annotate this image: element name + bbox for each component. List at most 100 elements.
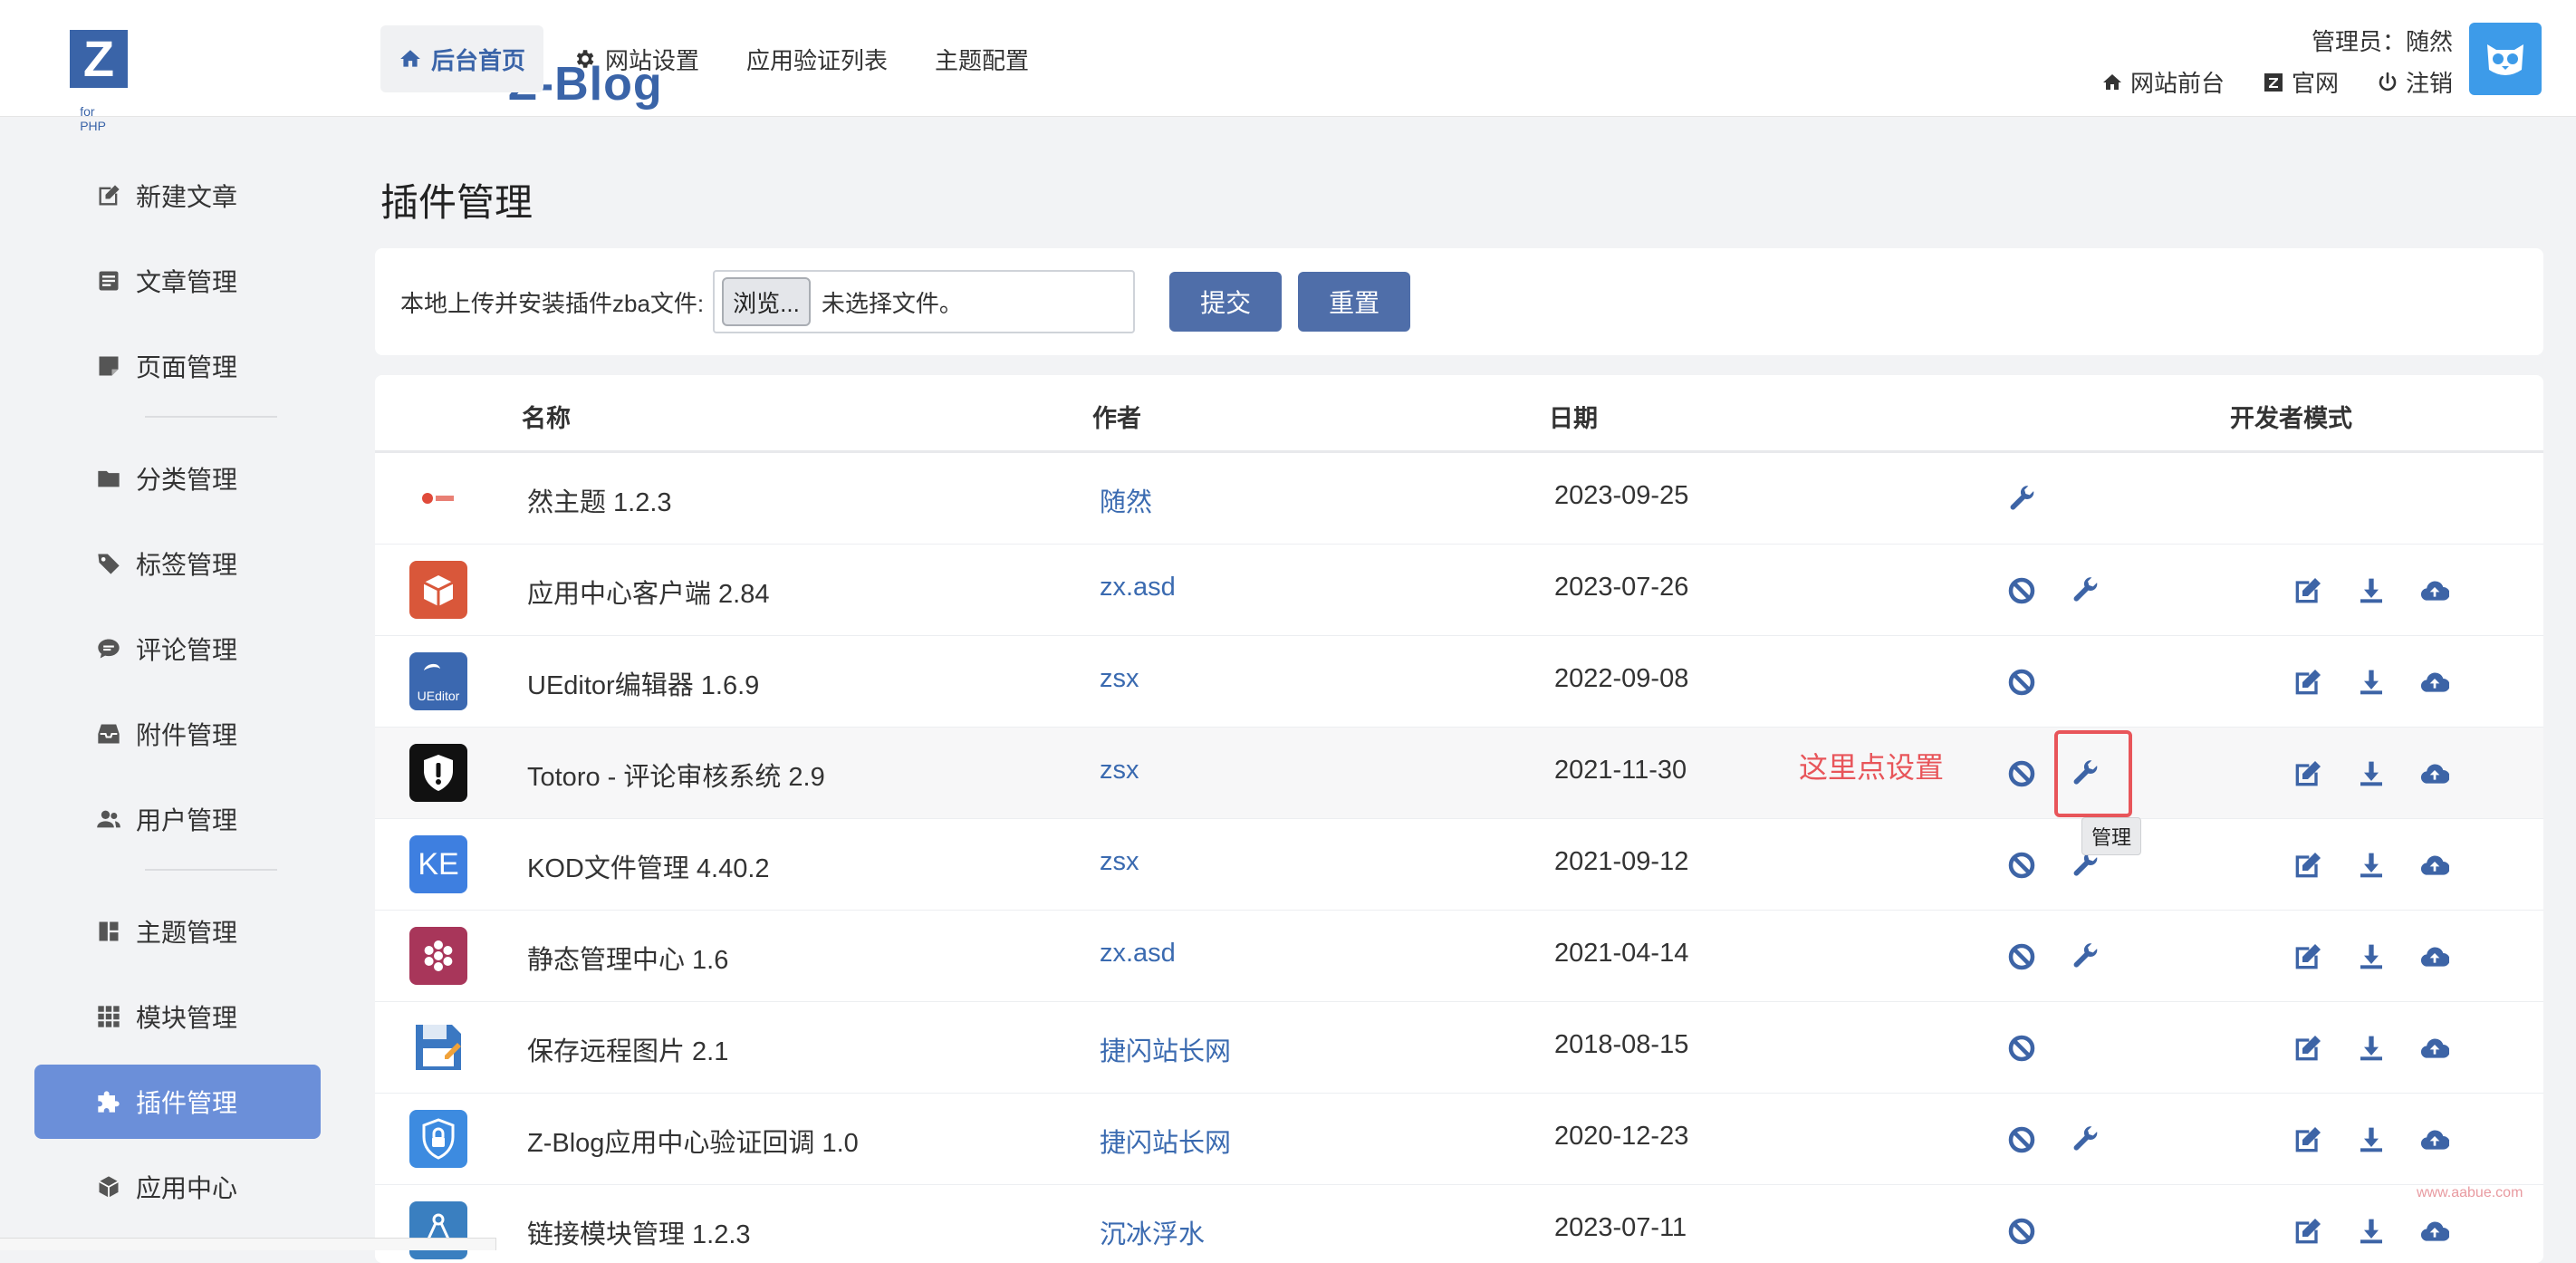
- download-icon[interactable]: [2357, 1217, 2386, 1246]
- sidebar-item-label: 用户管理: [136, 806, 238, 834]
- download-icon[interactable]: [2357, 668, 2386, 697]
- home-icon: [399, 47, 422, 71]
- plugin-author-link[interactable]: 沉冰浮水: [1100, 1213, 1205, 1251]
- disable-icon[interactable]: [2007, 759, 2036, 788]
- browser-status-bar: [0, 1238, 496, 1250]
- download-icon[interactable]: [2357, 851, 2386, 880]
- wrench-icon[interactable]: [2071, 1125, 2100, 1154]
- plugin-date: 2023-07-11: [1554, 1213, 1687, 1242]
- edit-icon[interactable]: [2293, 942, 2322, 971]
- plugin-name: 应用中心客户端 2.84: [527, 580, 770, 609]
- cloud-upload-icon[interactable]: [2420, 851, 2449, 880]
- table-row: 保存远程图片 2.1 捷闪站长网 2018-08-15: [375, 1002, 2543, 1094]
- sidebar-item-label: 附件管理: [136, 721, 238, 749]
- plugin-author-link[interactable]: 捷闪站长网: [1100, 1030, 1231, 1068]
- admin-info: 管理员：随然 网站前台 官网 注销: [2063, 25, 2453, 99]
- annotation-highlight-box: [2054, 730, 2132, 817]
- disable-icon[interactable]: [2007, 576, 2036, 605]
- browse-button[interactable]: 浏览...: [722, 277, 811, 326]
- nav-label: 应用验证列表: [746, 46, 889, 74]
- wrench-icon[interactable]: [2071, 576, 2100, 605]
- sidebar-item-attachment-manage[interactable]: 附件管理: [34, 697, 321, 771]
- file-input[interactable]: 浏览... 未选择文件。: [713, 270, 1136, 333]
- nav-label: 主题配置: [935, 46, 1030, 74]
- nav-site-settings[interactable]: 网站设置: [554, 25, 717, 92]
- sidebar-item-new-article[interactable]: 新建文章: [34, 159, 321, 233]
- download-icon[interactable]: [2357, 1034, 2386, 1063]
- download-icon[interactable]: [2357, 759, 2386, 788]
- sidebar-item-label: 插件管理: [136, 1089, 238, 1117]
- disable-icon[interactable]: [2007, 1217, 2036, 1246]
- sidebar-item-comment-manage[interactable]: 评论管理: [34, 612, 321, 686]
- plugin-author-link[interactable]: zsx: [1100, 847, 1139, 877]
- download-icon[interactable]: [2357, 576, 2386, 605]
- cloud-upload-icon[interactable]: [2420, 668, 2449, 697]
- plugin-author-link[interactable]: 随然: [1100, 481, 1152, 519]
- cloud-upload-icon[interactable]: [2420, 576, 2449, 605]
- edit-icon[interactable]: [2293, 668, 2322, 697]
- sidebar-divider: [145, 869, 277, 871]
- edit-icon[interactable]: [2293, 851, 2322, 880]
- wrench-icon[interactable]: [2071, 942, 2100, 971]
- floppy-icon: [409, 1018, 467, 1076]
- disable-icon[interactable]: [2007, 1034, 2036, 1063]
- edit-icon[interactable]: [2293, 1125, 2322, 1154]
- wrench-icon[interactable]: [2007, 485, 2036, 514]
- zblog-logo[interactable]: Z Z-Blog for PHP: [70, 27, 662, 133]
- plugin-table: 名称 作者 日期 开发者模式 然主题 1.2.3 随然 2023-09-25 应…: [375, 375, 2543, 1263]
- avatar[interactable]: [2469, 23, 2542, 95]
- download-icon[interactable]: [2357, 942, 2386, 971]
- folder-icon: [98, 470, 120, 487]
- plugin-author-link[interactable]: zx.asd: [1100, 573, 1176, 603]
- reset-button[interactable]: 重置: [1298, 272, 1411, 332]
- file-status: 未选择文件。: [821, 289, 963, 317]
- nav-dashboard[interactable]: 后台首页: [380, 25, 544, 92]
- upload-panel: 本地上传并安装插件zba文件: 浏览... 未选择文件。 提交 重置: [375, 248, 2543, 355]
- cloud-upload-icon[interactable]: [2420, 1125, 2449, 1154]
- top-nav: 后台首页 网站设置 应用验证列表 主题配置: [380, 25, 1058, 92]
- plugin-author-link[interactable]: zx.asd: [1100, 939, 1176, 969]
- plugin-author-link[interactable]: zsx: [1100, 664, 1139, 694]
- sidebar-item-label: 文章管理: [136, 268, 238, 296]
- sidebar-item-module-manage[interactable]: 模块管理: [34, 979, 321, 1054]
- disable-icon[interactable]: [2007, 668, 2036, 697]
- cloud-upload-icon[interactable]: [2420, 1217, 2449, 1246]
- sidebar-item-article-manage[interactable]: 文章管理: [34, 244, 321, 318]
- edit-icon[interactable]: [2293, 1217, 2322, 1246]
- edit-icon[interactable]: [2293, 576, 2322, 605]
- disable-icon[interactable]: [2007, 1125, 2036, 1154]
- sidebar-item-page-manage[interactable]: 页面管理: [34, 329, 321, 403]
- table-row: 静态管理中心 1.6 zx.asd 2021-04-14: [375, 911, 2543, 1002]
- cloud-upload-icon[interactable]: [2420, 759, 2449, 788]
- sidebar-item-tag-manage[interactable]: 标签管理: [34, 526, 321, 601]
- sidebar-item-user-manage[interactable]: 用户管理: [34, 782, 321, 856]
- page-title: 插件管理: [380, 181, 533, 224]
- disable-icon[interactable]: [2007, 942, 2036, 971]
- sidebar-item-plugin-manage[interactable]: 插件管理: [34, 1065, 321, 1139]
- plugin-author-link[interactable]: 捷闪站长网: [1100, 1122, 1231, 1160]
- table-row: Totoro - 评论审核系统 2.9 zsx 2021-11-30: [375, 728, 2543, 819]
- admin-name: 管理员：随然: [2311, 28, 2453, 55]
- plugin-date: 2018-08-15: [1554, 1030, 1689, 1059]
- page-icon: [99, 356, 119, 376]
- disable-icon[interactable]: [2007, 851, 2036, 880]
- cloud-upload-icon[interactable]: [2420, 942, 2449, 971]
- link-official-site[interactable]: 官网: [2263, 65, 2339, 99]
- sidebar-item-theme-manage[interactable]: 主题管理: [34, 894, 321, 969]
- plugin-author-link[interactable]: zsx: [1100, 756, 1139, 786]
- nav-theme-config[interactable]: 主题配置: [917, 25, 1047, 92]
- sidebar-item-label: 应用中心: [136, 1174, 238, 1202]
- cloud-upload-icon[interactable]: [2420, 1034, 2449, 1063]
- nav-app-verify-list[interactable]: 应用验证列表: [728, 25, 906, 92]
- edit-icon[interactable]: [2293, 759, 2322, 788]
- upload-label: 本地上传并安装插件zba文件:: [400, 289, 705, 317]
- link-site-front[interactable]: 网站前台: [2101, 65, 2225, 99]
- edit-icon[interactable]: [2293, 1034, 2322, 1063]
- submit-button[interactable]: 提交: [1169, 272, 1283, 332]
- download-icon[interactable]: [2357, 1125, 2386, 1154]
- sidebar-item-label: 主题管理: [136, 919, 238, 947]
- sidebar-item-app-center[interactable]: 应用中心: [34, 1150, 321, 1224]
- plugin-name: 链接模块管理 1.2.3: [527, 1220, 751, 1249]
- sidebar-item-category-manage[interactable]: 分类管理: [34, 441, 321, 516]
- link-logout[interactable]: 注销: [2377, 65, 2453, 99]
